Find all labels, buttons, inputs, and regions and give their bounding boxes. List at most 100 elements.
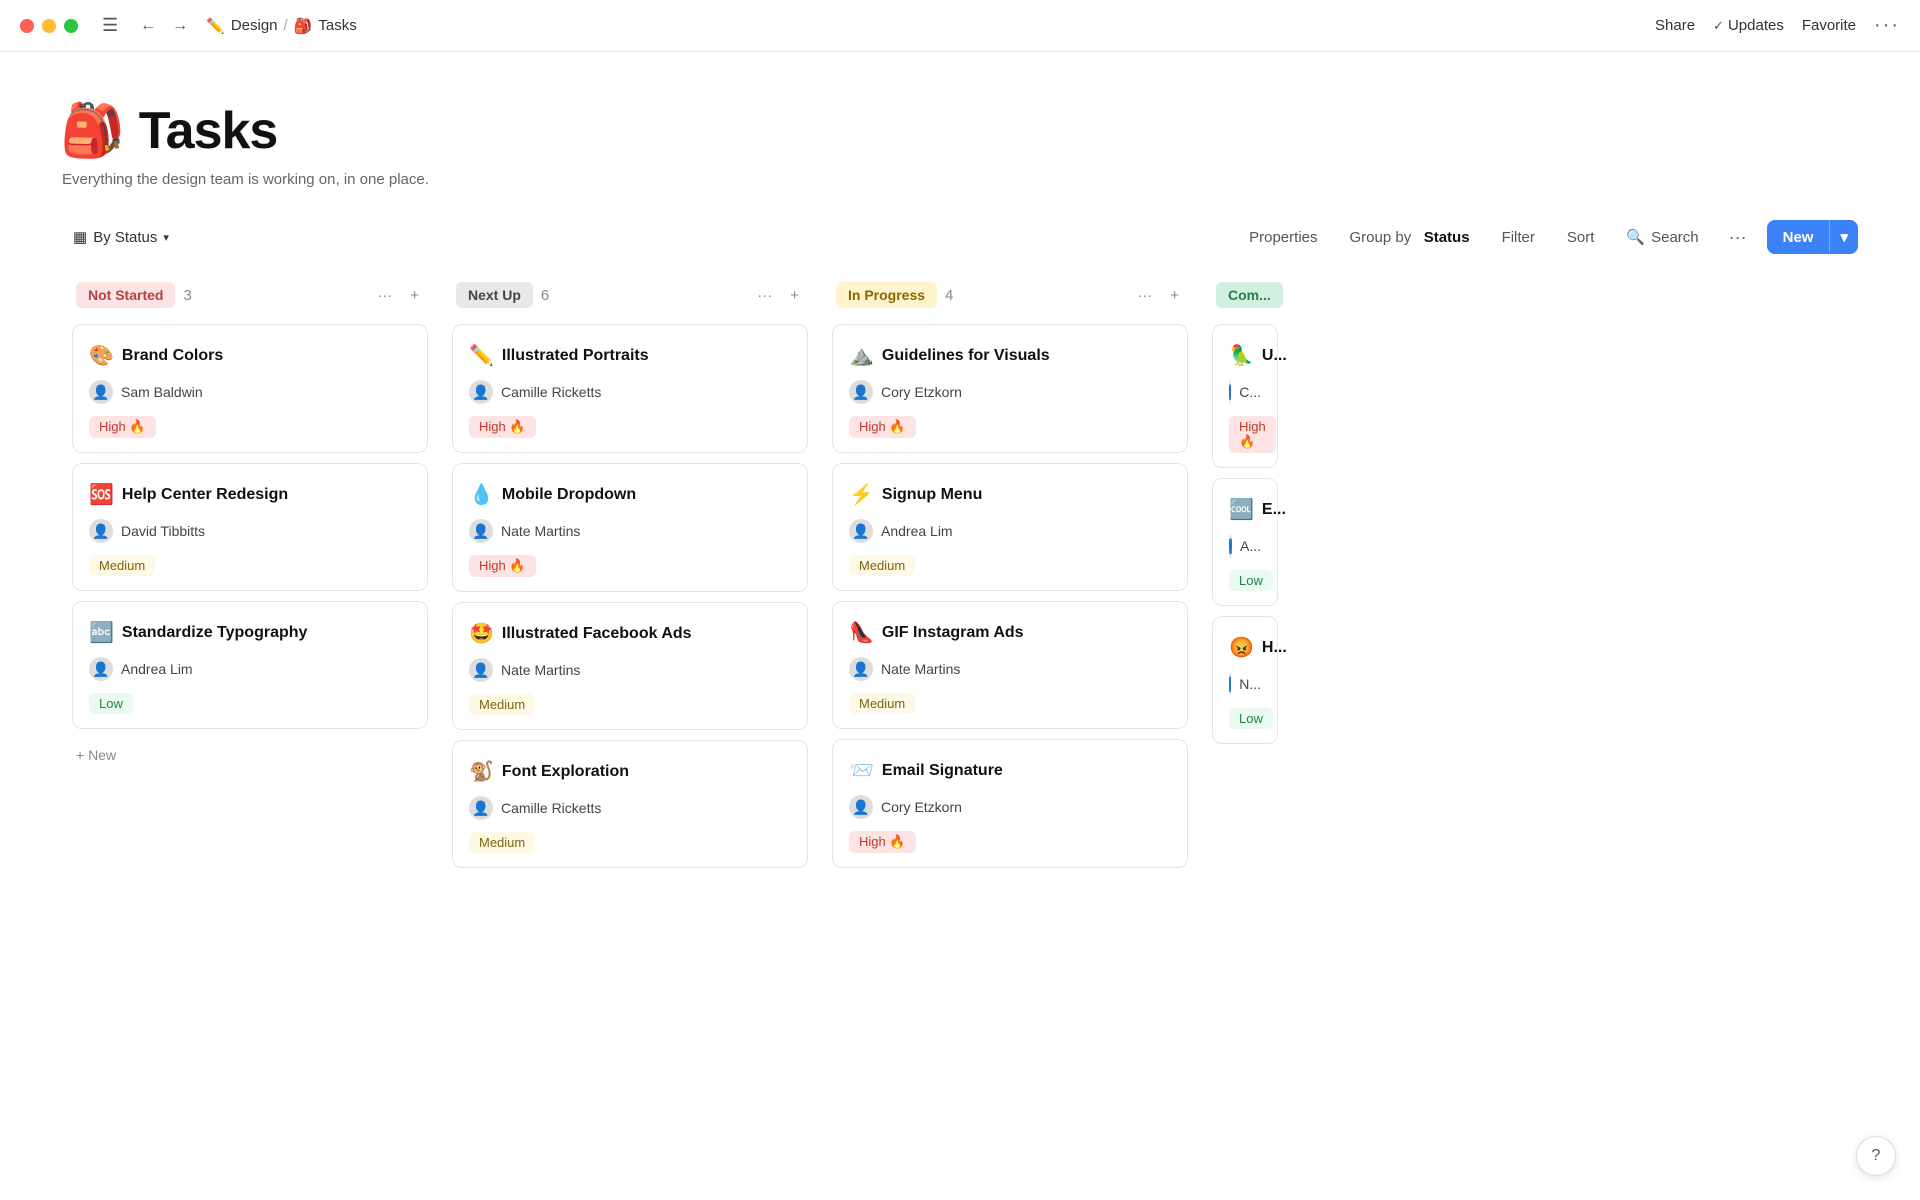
column-add-button-in-progress[interactable]: +: [1165, 284, 1184, 307]
card-assignee-row: 👤Andrea Lim: [849, 519, 1171, 543]
card-assignee-row: 👤 Andrea Lim: [89, 657, 411, 681]
priority-badge: Medium: [849, 693, 915, 714]
task-card[interactable]: 👠GIF Instagram Ads👤Nate MartinsMedium: [832, 601, 1188, 729]
card-icon: ⛰️: [849, 343, 874, 368]
card-title: E...: [1262, 501, 1286, 519]
task-card[interactable]: 🎨Brand Colors👤Sam BaldwinHigh 🔥: [72, 324, 428, 453]
avatar: 👤: [469, 796, 493, 820]
card-title: Help Center Redesign: [122, 486, 288, 504]
share-label: Share: [1655, 17, 1695, 34]
priority-badge: High 🔥: [469, 416, 536, 438]
chevron-down-icon: ▾: [163, 231, 169, 244]
page-icon: 🎒: [60, 100, 125, 161]
new-button-chevron[interactable]: ▾: [1829, 220, 1858, 254]
new-button[interactable]: New ▾: [1767, 220, 1858, 254]
assignee-name: Camille Ricketts: [501, 800, 601, 816]
avatar: 👤: [1229, 672, 1231, 696]
grid-icon: ▦: [73, 228, 87, 246]
back-button[interactable]: ←: [134, 13, 162, 39]
help-button[interactable]: ?: [1856, 1136, 1896, 1176]
breadcrumb-parent[interactable]: Design: [231, 17, 278, 34]
column-add-button-not-started[interactable]: +: [405, 284, 424, 307]
toolbar: ▦ By Status ▾ Properties Group by Status…: [60, 220, 1860, 254]
priority-badge: Medium: [849, 555, 915, 576]
column-more-button-in-progress[interactable]: ···: [1132, 284, 1157, 307]
sidebar-toggle-button[interactable]: ☰: [94, 11, 126, 40]
avatar: 👤: [89, 380, 113, 404]
task-card[interactable]: 🤩Illustrated Facebook Ads👤Nate MartinsMe…: [452, 602, 808, 730]
task-card[interactable]: ✏️Illustrated Portraits👤Camille Ricketts…: [452, 324, 808, 453]
card-title-row: ⛰️ Guidelines for Visuals: [849, 343, 1171, 368]
add-new-row[interactable]: + New: [72, 739, 428, 771]
card-title: Email Signature: [882, 762, 1003, 780]
favorite-button[interactable]: Favorite: [1802, 17, 1856, 34]
maximize-traffic-light[interactable]: [64, 19, 78, 33]
card-icon: 🤩: [469, 621, 494, 646]
assignee-name: David Tibbitts: [121, 523, 205, 539]
sort-label: Sort: [1567, 229, 1595, 246]
avatar: 👤: [849, 657, 873, 681]
assignee-name: Andrea Lim: [121, 661, 193, 677]
sort-button[interactable]: Sort: [1557, 223, 1605, 252]
forward-button[interactable]: →: [166, 13, 194, 39]
task-card[interactable]: ⚡Signup Menu👤Andrea LimMedium: [832, 463, 1188, 591]
card-icon: 🆘: [89, 482, 114, 507]
minimize-traffic-light[interactable]: [42, 19, 56, 33]
task-card[interactable]: ⛰️Guidelines for Visuals👤Cory EtzkornHig…: [832, 324, 1188, 453]
group-by-status-button[interactable]: Group by Status: [1340, 223, 1480, 252]
close-traffic-light[interactable]: [20, 19, 34, 33]
card-title: Illustrated Facebook Ads: [502, 625, 692, 643]
search-button[interactable]: 🔍 Search: [1616, 222, 1708, 252]
card-title: Brand Colors: [122, 347, 223, 365]
task-card[interactable]: 😡H...👤N...Low: [1212, 616, 1278, 744]
task-card[interactable]: 🐒Font Exploration 👤 Camille Ricketts Medium: [452, 740, 808, 868]
card-assignee-row: 👤Nate Martins: [849, 657, 1171, 681]
properties-button[interactable]: Properties: [1239, 223, 1327, 252]
card-assignee-row: 👤Camille Ricketts: [469, 380, 791, 404]
card-title: U...: [1262, 347, 1287, 365]
task-card[interactable]: 💧Mobile Dropdown👤Nate MartinsHigh 🔥: [452, 463, 808, 592]
more-options-button[interactable]: ···: [1874, 14, 1900, 37]
card-icon: 🆒: [1229, 497, 1254, 522]
task-card[interactable]: 📨Email Signature👤Cory EtzkornHigh 🔥: [832, 739, 1188, 868]
card-title: Guidelines for Visuals: [882, 347, 1050, 365]
group-by-button[interactable]: ▦ By Status ▾: [62, 221, 180, 253]
column-add-button-next-up[interactable]: +: [785, 284, 804, 307]
task-card[interactable]: 🦜U...👤C...High 🔥: [1212, 324, 1278, 468]
assignee-name: Cory Etzkorn: [881, 799, 962, 815]
backpack-icon: 🎒: [294, 17, 313, 35]
card-icon: ✏️: [469, 343, 494, 368]
card-icon: 💧: [469, 482, 494, 507]
assignee-name: Andrea Lim: [881, 523, 953, 539]
task-card[interactable]: 🔤Standardize Typography👤Andrea LimLow: [72, 601, 428, 729]
column-header-complete: Com...: [1212, 282, 1278, 308]
breadcrumb-current: Tasks: [318, 17, 356, 34]
updates-label: Updates: [1728, 17, 1784, 34]
avatar: 👤: [89, 657, 113, 681]
column-count-not-started: 3: [183, 287, 191, 304]
column-header-next-up: Next Up6···+: [452, 282, 808, 308]
column-more-button-next-up[interactable]: ···: [752, 284, 777, 307]
card-title-row: 🐒Font Exploration: [469, 759, 791, 784]
share-button[interactable]: Share: [1655, 17, 1695, 34]
updates-button[interactable]: ✓ Updates: [1713, 17, 1784, 34]
more-toolbar-button[interactable]: ···: [1721, 223, 1755, 252]
card-assignee-row: 👤Nate Martins: [469, 519, 791, 543]
column-next-up: Next Up6···+✏️Illustrated Portraits👤Cami…: [440, 282, 820, 1190]
priority-badge: Medium: [469, 832, 535, 853]
assignee-name: C...: [1239, 384, 1261, 400]
card-assignee-row: 👤Cory Etzkorn: [849, 795, 1171, 819]
group-by-label: By Status: [93, 229, 157, 246]
search-label: Search: [1651, 229, 1699, 246]
card-title: Font Exploration: [502, 763, 629, 781]
assignee-name: Sam Baldwin: [121, 384, 203, 400]
task-card[interactable]: 🆒E...👤A...Low: [1212, 478, 1278, 606]
pencil-icon: ✏️: [206, 17, 225, 35]
filter-button[interactable]: Filter: [1492, 223, 1545, 252]
avatar: 👤: [469, 519, 493, 543]
titlebar-right: Share ✓ Updates Favorite ···: [1655, 14, 1900, 37]
task-card[interactable]: 🆘Help Center Redesign👤David TibbittsMedi…: [72, 463, 428, 591]
column-more-button-not-started[interactable]: ···: [372, 284, 397, 307]
card-icon: 🎨: [89, 343, 114, 368]
status-badge-in-progress: In Progress: [836, 282, 937, 308]
